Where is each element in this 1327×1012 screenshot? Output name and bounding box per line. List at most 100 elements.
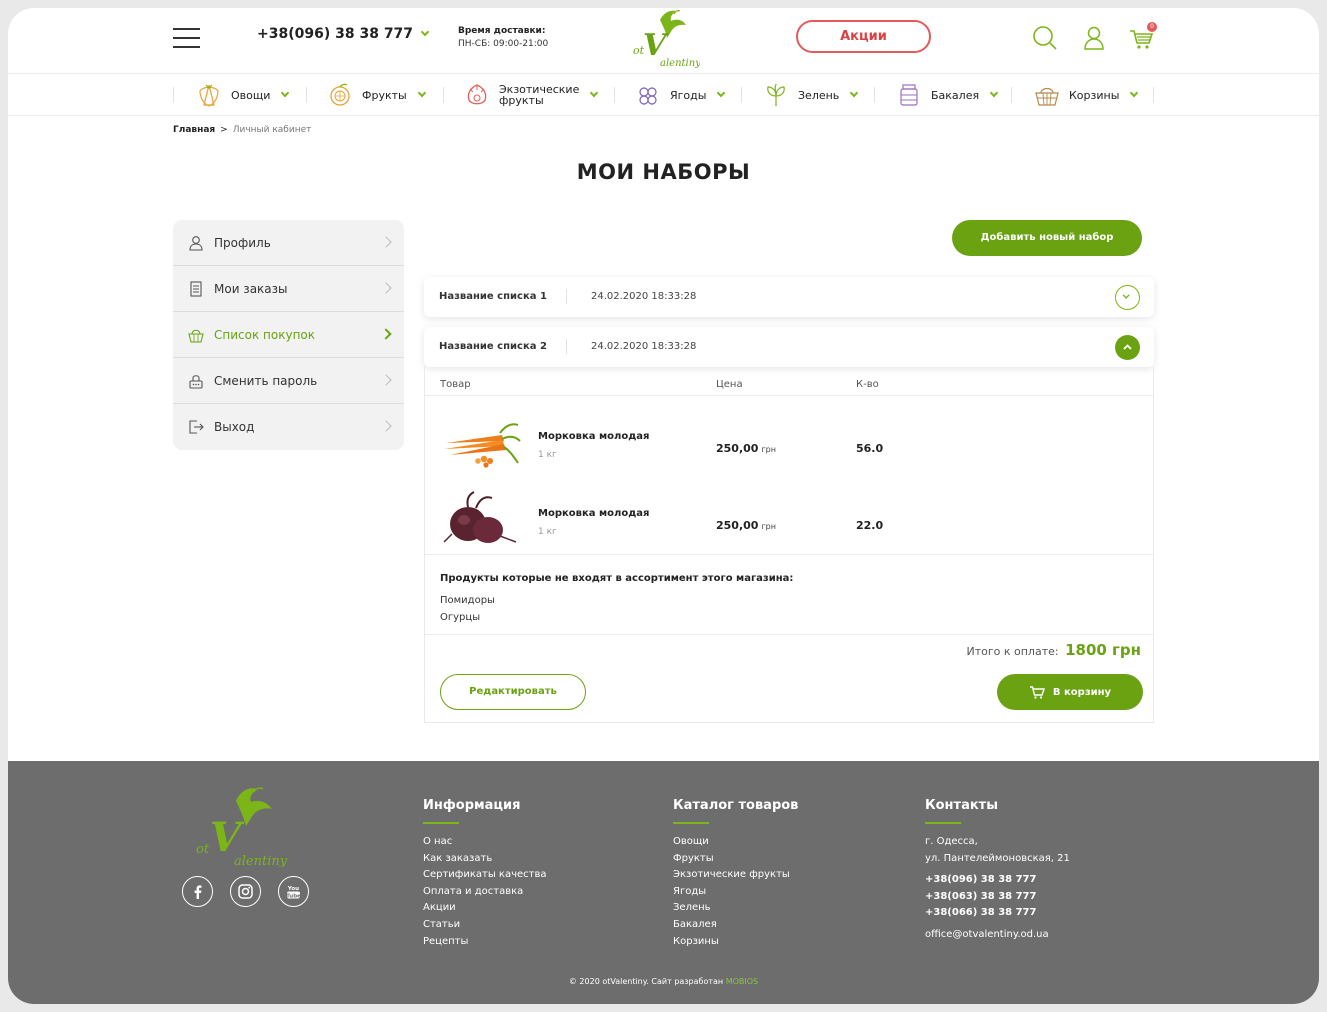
total-value: 1800 грн xyxy=(1065,641,1141,659)
breadcrumb: Главная > Личный кабинет xyxy=(173,125,311,135)
total-label: Итого к оплате: xyxy=(966,645,1059,658)
sidebar-item-logout[interactable]: Выход xyxy=(173,404,404,450)
category-label: Бакалея xyxy=(931,88,980,102)
list-date: 24.02.2020 18:33:28 xyxy=(591,291,697,302)
promo-button[interactable]: Акции xyxy=(796,20,931,53)
list-name: Название списка 1 xyxy=(439,291,547,302)
header-phone[interactable]: +38(096) 38 38 777 xyxy=(257,26,430,42)
user-icon[interactable] xyxy=(1081,25,1107,51)
facebook-icon[interactable] xyxy=(182,876,213,907)
heading-underline xyxy=(925,822,961,824)
sidebar-item-shopping-list[interactable]: Список покупок xyxy=(173,312,404,358)
footer-info-column: Информация О нас Как заказать Сертификат… xyxy=(423,798,547,950)
category-label: Фрукты xyxy=(362,88,407,102)
menu-icon[interactable] xyxy=(173,28,200,48)
list-date: 24.02.2020 18:33:28 xyxy=(591,341,697,352)
footer-link[interactable]: Статьи xyxy=(423,917,547,934)
nav-divider xyxy=(443,87,444,103)
sidebar-item-label: Профиль xyxy=(214,235,271,250)
missing-product-item: Огурцы xyxy=(440,612,481,623)
chevron-down-icon[interactable] xyxy=(717,88,726,98)
missing-products-title: Продукты которые не входят в ассортимент… xyxy=(440,573,794,584)
developer-link[interactable]: MOBIOS xyxy=(726,977,758,986)
breadcrumb-home[interactable]: Главная xyxy=(173,125,215,135)
category-fruits[interactable]: Фрукты xyxy=(327,74,426,116)
sidebar-item-change-password[interactable]: Сменить пароль xyxy=(173,358,404,404)
document-icon xyxy=(190,280,202,297)
footer-link[interactable]: Ягоды xyxy=(673,884,798,901)
category-greens[interactable]: Зелень xyxy=(763,74,859,116)
footer-link[interactable]: Как заказать xyxy=(423,851,547,868)
product-name[interactable]: Морковка молодая xyxy=(538,508,649,519)
youtube-icon[interactable]: You Tube xyxy=(278,876,309,907)
basket-list-icon xyxy=(188,329,204,343)
price-currency: грн xyxy=(761,522,776,531)
add-new-set-button[interactable]: Добавить новый набор xyxy=(952,220,1142,256)
price-value: 250,00 xyxy=(716,519,759,532)
list-divider xyxy=(566,339,567,354)
footer-link[interactable]: Зелень xyxy=(673,900,798,917)
footer-link[interactable]: Сертификаты качества xyxy=(423,867,547,884)
search-icon[interactable] xyxy=(1032,25,1058,51)
footer-phone[interactable]: +38(066) 38 38 777 xyxy=(925,905,1070,922)
chevron-up-icon xyxy=(1123,344,1132,350)
list-item-1[interactable]: Название списка 1 24.02.2020 18:33:28 xyxy=(424,277,1154,317)
cart-icon[interactable]: 0 xyxy=(1128,22,1157,51)
logo[interactable]: ot V alentiny xyxy=(630,8,700,68)
category-vegetables[interactable]: Овощи xyxy=(196,74,290,116)
product-qty: 22.0 xyxy=(856,519,884,532)
footer-link[interactable]: Оплата и доставка xyxy=(423,884,547,901)
category-label: Овощи xyxy=(231,88,271,102)
chevron-down-icon[interactable] xyxy=(989,88,999,98)
chevron-down-icon[interactable] xyxy=(417,88,426,98)
footer-link[interactable]: Экзотические фрукты xyxy=(673,867,798,884)
price-currency: грн xyxy=(761,445,776,454)
add-to-cart-button[interactable]: В корзину xyxy=(997,674,1143,710)
breadcrumb-current: Личный кабинет xyxy=(232,125,312,135)
footer-email[interactable]: office@otvalentiny.od.ua xyxy=(925,927,1070,944)
category-baskets[interactable]: Корзины xyxy=(1034,74,1139,116)
user-icon xyxy=(189,235,203,251)
chevron-down-icon[interactable] xyxy=(1130,88,1139,98)
jar-icon xyxy=(900,84,918,106)
category-exotic-fruits[interactable]: Экзотические фрукты xyxy=(464,74,599,116)
footer-phone[interactable]: +38(063) 38 38 777 xyxy=(925,889,1070,906)
footer-link[interactable]: О нас xyxy=(423,834,547,851)
footer-link[interactable]: Фрукты xyxy=(673,851,798,868)
nav-divider xyxy=(173,87,174,103)
sidebar-item-profile[interactable]: Профиль xyxy=(173,220,404,266)
chevron-down-icon[interactable] xyxy=(850,88,859,98)
footer-link[interactable]: Рецепты xyxy=(423,934,547,951)
sidebar-item-orders[interactable]: Мои заказы xyxy=(173,266,404,312)
category-berries[interactable]: Ягоды xyxy=(635,74,726,116)
footer-link[interactable]: Овощи xyxy=(673,834,798,851)
product-price: 250,00 грн xyxy=(716,442,776,455)
list-divider xyxy=(566,289,567,304)
price-value: 250,00 xyxy=(716,442,759,455)
footer-link[interactable]: Акции xyxy=(423,900,547,917)
list-item-2[interactable]: Название списка 2 24.02.2020 18:33:28 xyxy=(424,327,1154,367)
chevron-down-icon[interactable] xyxy=(590,88,599,98)
footer-link[interactable]: Корзины xyxy=(673,934,798,951)
product-name[interactable]: Морковка молодая xyxy=(538,431,649,442)
collapse-toggle[interactable] xyxy=(1115,335,1140,360)
footer-phone[interactable]: +38(096) 38 38 777 xyxy=(925,872,1070,889)
add-to-cart-label: В корзину xyxy=(1052,686,1112,698)
sidebar-item-label: Мои заказы xyxy=(214,281,288,296)
missing-product-item: Помидоры xyxy=(440,595,495,606)
carrots-image[interactable] xyxy=(440,413,522,471)
footer-logo[interactable]: ot V alentiny xyxy=(194,787,290,867)
header-phone-number[interactable]: +38(096) 38 38 777 xyxy=(257,26,413,42)
edit-button[interactable]: Редактировать xyxy=(440,674,586,710)
expand-toggle[interactable] xyxy=(1115,285,1140,310)
chevron-down-icon[interactable] xyxy=(420,27,430,37)
chevron-down-icon[interactable] xyxy=(281,88,290,98)
divider xyxy=(425,634,1153,635)
heading-underline xyxy=(673,822,709,824)
category-grocery[interactable]: Бакалея xyxy=(896,74,999,116)
instagram-icon[interactable] xyxy=(230,876,261,907)
logo-text-alentiny: alentiny xyxy=(660,58,700,68)
footer-link[interactable]: Бакалея xyxy=(673,917,798,934)
beets-image[interactable] xyxy=(440,490,522,548)
nav-divider xyxy=(741,87,742,103)
